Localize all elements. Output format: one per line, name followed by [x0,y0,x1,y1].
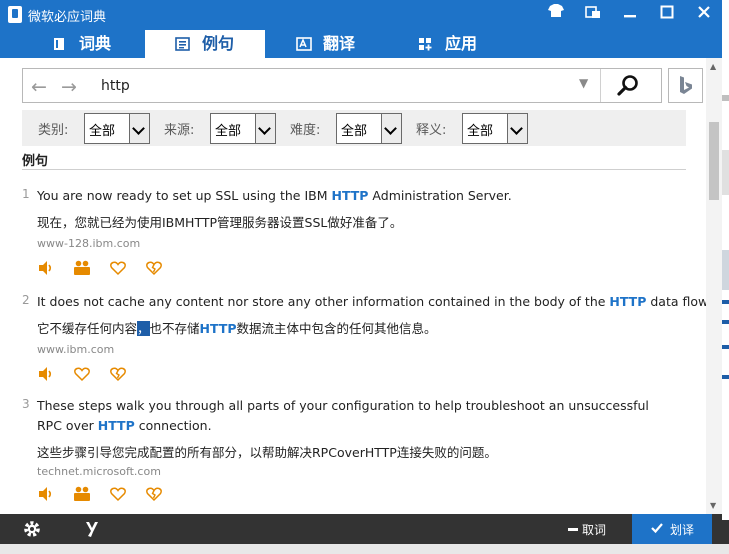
translate-icon [296,32,312,51]
book-icon [52,32,67,50]
example-number: 3 [22,397,30,411]
broken-heart-icon[interactable] [145,485,163,503]
filter-select-difficulty[interactable]: 全部 [336,113,402,144]
back-arrow-icon[interactable]: ← [31,76,47,98]
main-tabs: 词典 例句 翻译 应用 [0,30,722,58]
dialog-icon[interactable] [73,259,91,277]
scrollbar-thumb[interactable] [709,122,719,200]
section-title: 例句 [22,154,49,169]
tab-label: 例句 [202,34,235,53]
filter-select-category[interactable]: 全部 [84,113,150,144]
example-english[interactable]: It does not cache any content nor store … [37,292,711,312]
close-icon[interactable] [692,3,716,27]
chevron-down-icon [381,114,401,143]
example-english[interactable]: You are now ready to set up SSL using th… [37,186,677,206]
tab-translate[interactable]: 翻译 [296,30,355,58]
select-translate-button[interactable]: 划译 [632,514,712,544]
search-box: ← → ▼ [22,68,662,103]
settings-gear-icon[interactable] [22,519,42,543]
tab-label: 词典 [79,34,112,53]
checkmark-icon [650,521,664,538]
broken-heart-icon[interactable] [145,259,163,277]
example-chinese[interactable]: 这些步骤引导您完成配置的所有部分，以帮助解决RPCoverHTTP连接失败的问题… [37,442,497,461]
chevron-down-icon [255,114,275,143]
example-number: 2 [22,293,30,307]
filter-select-meaning[interactable]: 全部 [462,113,528,144]
bing-search-button[interactable] [668,68,703,103]
example-item: 1 You are now ready to set up SSL using … [22,186,686,276]
chevron-down-icon [129,114,149,143]
speaker-icon[interactable] [37,485,55,503]
search-icon[interactable] [613,73,643,99]
filter-label-meaning: 释义: [416,123,447,138]
tab-apps[interactable]: 应用 [418,30,477,58]
scroll-up-icon[interactable]: ▲ [710,62,716,71]
window-title: 微软必应词典 [28,10,107,25]
mini-mode-icon[interactable] [581,3,605,27]
example-english[interactable]: These steps walk you through all parts o… [37,396,667,436]
search-input[interactable] [99,75,573,97]
dialog-icon[interactable] [73,485,91,503]
skin-icon[interactable] [544,3,568,27]
background-window-strip [722,0,729,554]
speaker-icon[interactable] [37,365,55,383]
title-bar: 微软必应词典 [0,0,722,30]
examples-panel: ← → ▼ 类别: 全部 来源: 全部 难度: 全部 释义: 全部 例句 1 [0,58,711,514]
minus-icon [568,528,578,531]
speaker-icon[interactable] [37,259,55,277]
filter-select-source[interactable]: 全部 [210,113,276,144]
favorite-heart-icon[interactable] [109,259,127,277]
minimize-icon[interactable] [618,3,642,27]
search-divider [600,69,601,102]
tab-label: 应用 [445,34,478,53]
skin-brush-icon[interactable] [82,519,102,543]
example-source: technet.microsoft.com [37,465,161,478]
example-item: 3 These steps walk you through all parts… [22,396,686,506]
capture-word-button[interactable]: 取词 [568,521,606,538]
broken-heart-icon[interactable] [109,365,127,383]
background-taskbar-strip [0,544,729,554]
example-source: www-128.ibm.com [37,237,141,250]
bing-logo-icon [680,76,692,94]
forward-arrow-icon[interactable]: → [61,76,77,98]
filter-label-difficulty: 难度: [290,123,321,138]
chevron-down-icon [507,114,527,143]
tab-dictionary[interactable]: 词典 [52,30,111,58]
dictionary-app: 微软必应词典 词典 例句 翻译 应用 ← → http ▼ 类别: 全部 来源:… [0,0,722,554]
maximize-icon[interactable] [655,3,679,27]
favorite-heart-icon[interactable] [73,365,91,383]
tab-examples[interactable]: 例句 [145,30,265,58]
filter-bar: 类别: 全部 来源: 全部 难度: 全部 释义: 全部 [22,110,686,146]
vertical-scrollbar[interactable]: ▲ ▼ [706,58,722,514]
favorite-heart-icon[interactable] [109,485,127,503]
example-number: 1 [22,187,30,201]
scroll-down-icon[interactable]: ▼ [710,501,716,510]
filter-label-source: 来源: [164,123,195,138]
section-divider [22,169,686,170]
example-chinese[interactable]: 现在，您就已经为使用IBMHTTP管理服务器设置SSL做好准备了。 [37,212,402,231]
example-item: 2 It does not cache any content nor stor… [22,292,711,383]
filter-label-category: 类别: [38,123,69,138]
example-chinese[interactable]: 它不缓存任何内容，也不存储HTTP数据流主体中包含的任何其他信息。 [37,318,437,337]
bottom-toolbar: 取词 划译 [0,514,722,544]
apps-icon [418,32,433,51]
example-source: www.ibm.com [37,343,115,356]
tab-label: 翻译 [323,34,356,53]
history-dropdown-icon[interactable]: ▼ [579,76,588,90]
app-logo-icon [8,6,22,23]
list-icon [175,32,190,51]
